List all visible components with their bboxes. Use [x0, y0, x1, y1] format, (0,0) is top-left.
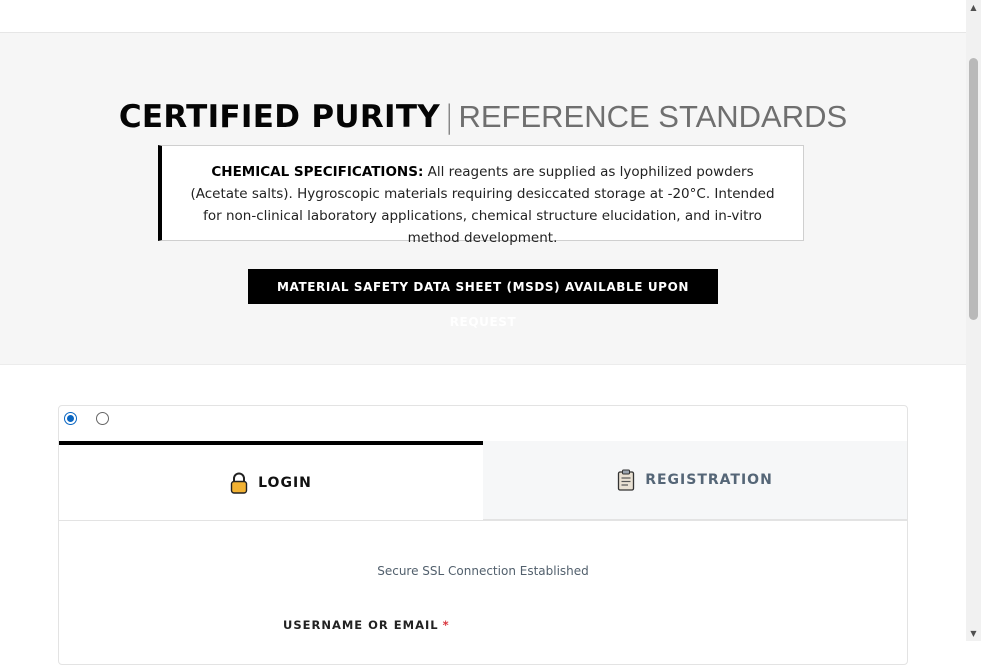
clipboard-icon: [617, 469, 635, 491]
scroll-up-arrow-icon[interactable]: ▲: [966, 0, 981, 15]
username-field-label: USERNAME OR EMAIL *: [283, 618, 450, 632]
tab-login-label: LOGIN: [258, 474, 312, 491]
auth-card: LOGIN REGISTRATION Secure SSL Connection…: [58, 405, 908, 665]
title-light: REFERENCE STANDARDS: [458, 99, 848, 134]
top-bar: [0, 0, 966, 33]
login-radio[interactable]: [64, 412, 77, 425]
chemical-specifications-box: CHEMICAL SPECIFICATIONS: All reagents ar…: [158, 145, 804, 246]
tab-login[interactable]: LOGIN: [59, 441, 483, 520]
tab-registration-label: REGISTRATION: [645, 472, 773, 488]
tab-divider: [59, 520, 907, 521]
scroll-down-arrow-icon[interactable]: ▼: [966, 626, 981, 641]
required-asterisk: *: [442, 618, 450, 632]
page-title: CERTIFIED PURITY | REFERENCE STANDARDS: [0, 99, 966, 135]
registration-radio[interactable]: [96, 412, 109, 425]
tab-registration[interactable]: REGISTRATION: [483, 441, 907, 520]
title-strong: CERTIFIED PURITY: [118, 99, 441, 135]
scrollbar-thumb[interactable]: [969, 58, 978, 320]
spec-label: CHEMICAL SPECIFICATIONS:: [211, 164, 424, 180]
vertical-scrollbar[interactable]: ▲ ▼: [966, 0, 981, 641]
hero-section: CERTIFIED PURITY | REFERENCE STANDARDS CHE…: [0, 33, 966, 365]
ssl-status-text: Secure SSL Connection Established: [377, 564, 589, 578]
msds-request-button[interactable]: MATERIAL SAFETY DATA SHEET (MSDS) AVAILA…: [248, 269, 718, 329]
username-label-text: USERNAME OR EMAIL: [283, 618, 439, 632]
title-separator: |: [444, 99, 455, 135]
lock-icon: [230, 472, 248, 494]
